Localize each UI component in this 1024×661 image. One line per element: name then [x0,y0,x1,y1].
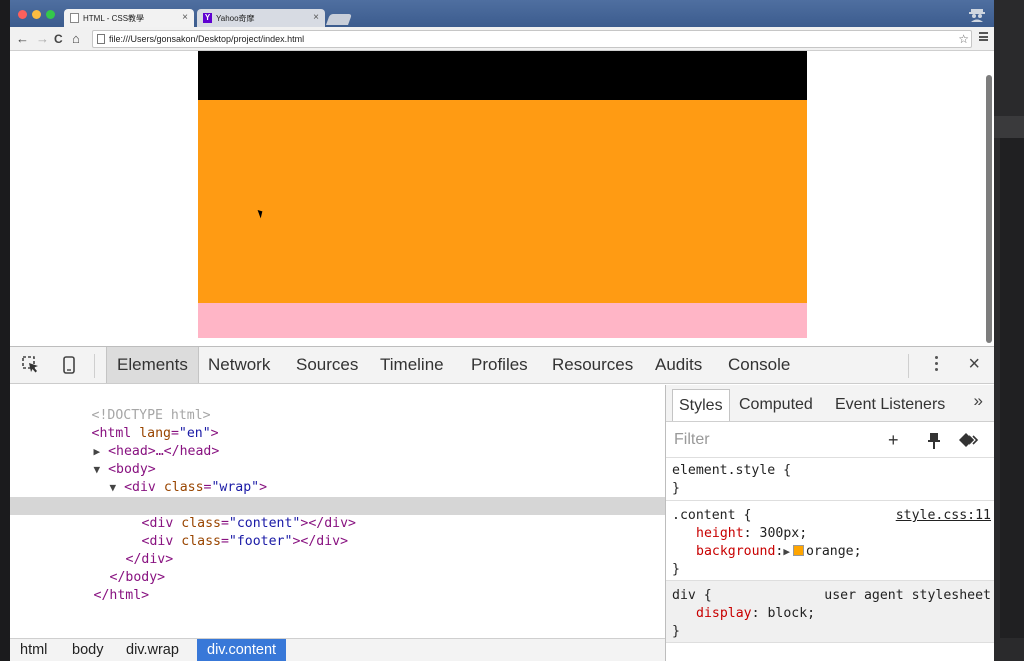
brace-text: } [672,481,680,496]
tab-audits[interactable]: Audits [655,347,702,383]
browser-toolbar: ← → C ⌂ file:///Users/gonsakon/Desktop/p… [10,27,994,51]
maximize-window-button[interactable] [46,10,55,19]
elements-tree: <!DOCTYPE html> <html lang="en"> ▶ <head… [10,385,665,638]
tab-title: Yahoo奇摩 [216,13,255,23]
tab-close-icon[interactable]: × [313,12,319,23]
tab-styles[interactable]: Styles [672,389,730,421]
reload-icon[interactable]: C [54,31,63,47]
forward-icon[interactable]: → [36,31,49,47]
tab-timeline[interactable]: Timeline [380,347,444,383]
brace-text: } [672,562,680,577]
color-swatch[interactable] [792,545,804,556]
breadcrumb-html[interactable]: html [10,639,57,661]
home-icon[interactable]: ⌂ [72,31,80,47]
menu-icon[interactable] [979,32,988,41]
selector-text: element.style { [672,463,792,478]
expand-triangle-icon[interactable]: ▶ [783,545,790,558]
minimize-window-button[interactable] [32,10,41,19]
close-window-button[interactable] [18,10,27,19]
tab-close-icon[interactable]: × [182,12,188,23]
demo-content-block [198,100,807,303]
tab-bar: HTML - CSS教學 × Y Yahoo奇摩 × [10,0,994,27]
declaration-background[interactable]: background:▶ orange; [696,543,862,561]
toggle-element-state-icon[interactable] [958,432,980,448]
close-devtools-icon[interactable]: × [968,353,980,376]
background-editor-strip [994,0,1024,661]
browser-tab-css[interactable]: HTML - CSS教學 × [64,9,194,27]
tree-node-html-close[interactable]: </html> [10,569,665,603]
tree-node-wrap-close[interactable]: </div> [10,533,665,567]
device-mode-icon[interactable] [60,356,78,374]
demo-header-block [198,51,807,100]
tab-elements[interactable]: Elements [106,347,199,383]
selector-text: div { [672,588,712,603]
inspect-element-icon[interactable] [22,356,40,374]
tree-node-head[interactable]: ▶ <head>…</head> [10,425,665,459]
incognito-icon[interactable] [968,5,986,23]
page-scrollbar[interactable] [986,75,992,343]
address-bar[interactable]: file:///Users/gonsakon/Desktop/project/i… [92,30,972,48]
demo-footer-block [198,303,807,338]
more-tabs-icon[interactable]: » [974,391,983,411]
tab-profiles[interactable]: Profiles [471,347,528,383]
address-text: file:///Users/gonsakon/Desktop/project/i… [109,34,305,44]
tab-network[interactable]: Network [208,347,270,383]
declaration-display: display: block; [696,606,816,621]
page-viewport [10,51,994,346]
tree-node-body[interactable]: ▼ <body> [10,443,665,477]
back-icon[interactable]: ← [16,31,29,47]
source-link[interactable]: style.css:11 [896,507,991,525]
tree-node-content-selected[interactable]: <div class="content"></div> [10,497,665,531]
declaration-height[interactable]: height: 300px; [696,525,807,543]
browser-tab-yahoo[interactable]: Y Yahoo奇摩 × [197,9,325,27]
filter-input[interactable]: Filter [674,431,710,449]
styles-tabs: Styles Computed Event Listeners » [666,385,994,422]
breadcrumb-body[interactable]: body [62,639,113,661]
breadcrumb: html body div.wrap div.content [10,638,665,661]
devtools-panel: Elements Network Sources Timeline Profil… [10,346,994,661]
breadcrumb-div-wrap[interactable]: div.wrap [116,639,189,661]
selector-text: .content { [672,508,752,523]
yahoo-logo-icon: Y [203,13,212,23]
more-options-icon[interactable] [935,356,939,374]
browser-window: HTML - CSS教學 × Y Yahoo奇摩 × ← → C ⌂ file:… [10,0,994,661]
tree-node-body-close[interactable]: </body> [10,551,665,585]
pin-icon[interactable] [926,432,942,450]
tab-sources[interactable]: Sources [296,347,358,383]
tree-node-wrap[interactable]: ▼ <div class="wrap"> [10,461,665,495]
tag-text: </html> [93,588,150,603]
rule-content: .content { style.css:11 height: 300px; b… [666,501,994,581]
tab-title: HTML - CSS教學 [83,13,145,23]
new-style-rule-icon[interactable]: + [888,430,899,451]
tree-node-footer[interactable]: <div class="footer"></div> [10,515,665,549]
document-icon [70,13,79,23]
tab-computed[interactable]: Computed [739,389,813,421]
breadcrumb-div-content[interactable]: div.content [197,639,287,661]
bookmark-star-icon[interactable]: ☆ [958,31,969,47]
tab-event-listeners[interactable]: Event Listeners [835,389,945,421]
tree-node-header[interactable]: <div class="header"></div> [10,479,665,513]
tree-node-doctype[interactable]: <!DOCTYPE html> [10,389,665,423]
rule-div-user-agent: div { user agent stylesheet display: blo… [666,581,994,643]
filter-row: Filter + [666,422,994,458]
new-tab-button[interactable] [325,14,353,25]
brace-text: } [672,624,680,639]
tree-node-html[interactable]: <html lang="en"> [10,407,665,441]
tab-resources[interactable]: Resources [552,347,633,383]
page-icon [97,34,105,44]
rule-element-style: element.style { } [666,458,994,501]
devtools-toolbar: Elements Network Sources Timeline Profil… [10,347,994,384]
source-label: user agent stylesheet [824,588,991,603]
styles-pane: Styles Computed Event Listeners » Filter… [665,385,994,661]
tab-console[interactable]: Console [728,347,790,383]
